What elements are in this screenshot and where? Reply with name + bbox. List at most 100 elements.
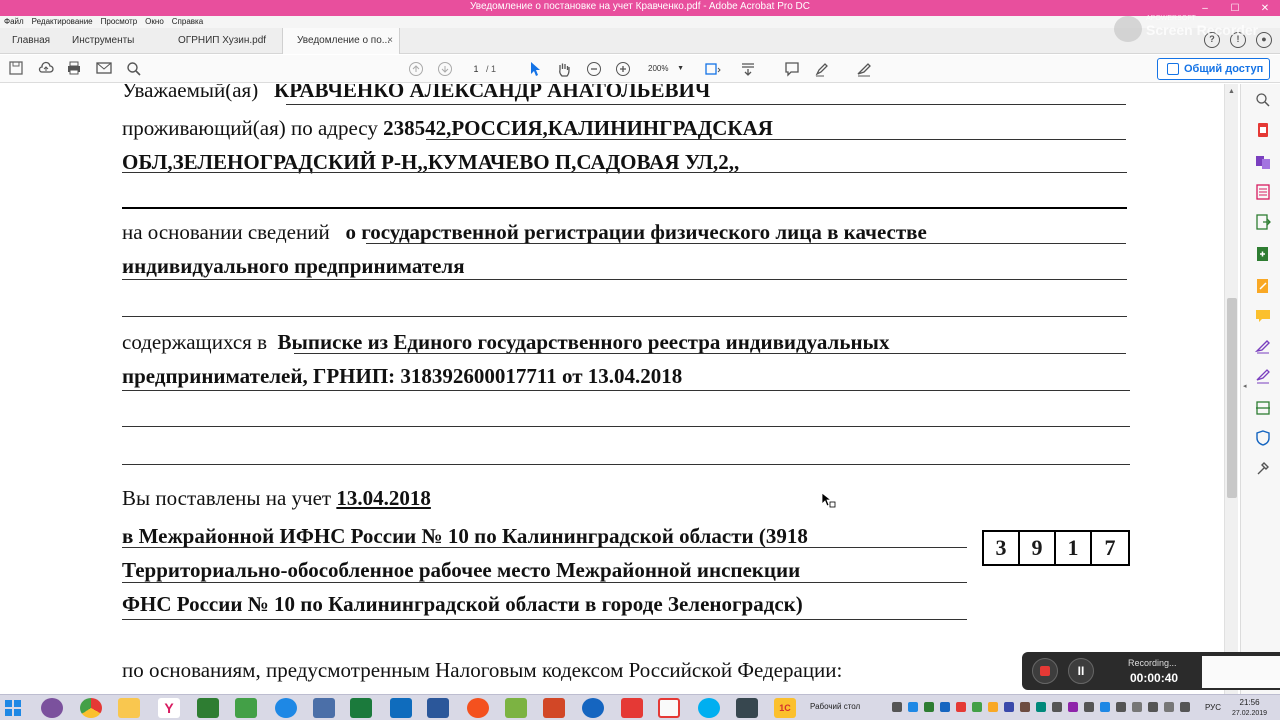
chrome-icon[interactable]	[80, 698, 102, 718]
input-language[interactable]: РУС	[1205, 703, 1221, 712]
tray-icon[interactable]	[892, 702, 902, 712]
spreadsheet-app-icon[interactable]	[197, 698, 219, 718]
search-icon[interactable]	[126, 61, 142, 77]
tray-icon[interactable]	[1020, 702, 1030, 712]
tab-current-document[interactable]: Уведомление о по... ×	[282, 28, 400, 54]
skype-icon[interactable]	[698, 698, 720, 718]
tray-icon[interactable]	[972, 702, 982, 712]
1c-icon[interactable]: 1С	[774, 698, 796, 718]
organize-pages-icon[interactable]	[1255, 184, 1271, 200]
app-icon[interactable]	[235, 698, 257, 718]
tab-close-icon[interactable]: ×	[387, 28, 393, 54]
fit-page-icon[interactable]	[704, 61, 721, 77]
next-page-icon[interactable]	[437, 61, 453, 77]
doc-line-inspection-2: Территориально-обособленное рабочее мест…	[122, 558, 800, 583]
zoom-tool-icon[interactable]	[1255, 92, 1271, 108]
app-icon[interactable]	[621, 698, 643, 718]
screen-recorder-watermark: APOWERSOFT Screen Recorder	[1112, 14, 1280, 44]
powerpoint-icon[interactable]	[543, 698, 565, 718]
vertical-scrollbar[interactable]: ▲	[1224, 84, 1238, 694]
tray-icon[interactable]	[1148, 702, 1158, 712]
create-pdf-icon[interactable]	[1255, 246, 1271, 262]
system-clock[interactable]: 21:56 27.02.2019	[1232, 697, 1267, 719]
menu-help[interactable]: Справка	[172, 16, 203, 28]
zoom-level-select[interactable]: 200% ▼	[642, 62, 688, 76]
zoom-in-icon[interactable]	[615, 61, 631, 77]
scroll-mode-icon[interactable]	[740, 61, 756, 77]
doc-address-label: проживающий(ая) по адресу	[122, 116, 378, 140]
save-icon[interactable]	[8, 61, 24, 77]
email-icon[interactable]	[96, 61, 112, 77]
tab-ogrnip-document[interactable]: ОГРНИП Хузин.pdf	[178, 28, 266, 54]
comment-tool-icon[interactable]	[1255, 308, 1271, 324]
collapse-panel-icon[interactable]: ◂	[1243, 382, 1247, 390]
zoom-out-icon[interactable]	[586, 61, 602, 77]
outlook-icon[interactable]	[390, 698, 412, 718]
send-for-signature-icon[interactable]	[1255, 368, 1271, 384]
tray-icon[interactable]	[1164, 702, 1174, 712]
file-explorer-icon[interactable]	[118, 698, 140, 718]
export-file-icon[interactable]	[1255, 214, 1271, 230]
pause-recording-button[interactable]: II	[1068, 658, 1094, 684]
tray-icon[interactable]	[1180, 702, 1190, 712]
tray-icon[interactable]	[908, 702, 918, 712]
internet-explorer-icon[interactable]	[275, 698, 297, 718]
stop-recording-button[interactable]	[1032, 658, 1058, 684]
app-icon[interactable]	[467, 698, 489, 718]
tab-home[interactable]: Главная	[12, 28, 50, 54]
tray-icon[interactable]	[1084, 702, 1094, 712]
document-view[interactable]: Уважаемый(ая) КРАВЧЕНКО АЛЕКСАНДР АНАТОЛ…	[0, 84, 1240, 694]
print-icon[interactable]	[66, 61, 82, 77]
windows-start-icon[interactable]	[4, 699, 22, 717]
protect-shield-icon[interactable]	[1255, 430, 1271, 446]
inspection-code-boxes: 3 9 1 7	[982, 530, 1130, 566]
previous-page-icon[interactable]	[408, 61, 424, 77]
app-icon[interactable]	[313, 698, 335, 718]
tray-icon[interactable]	[1132, 702, 1142, 712]
tray-icon[interactable]	[940, 702, 950, 712]
combine-files-icon[interactable]	[1255, 154, 1271, 170]
tray-icon[interactable]	[1004, 702, 1014, 712]
watermark-brand: APOWERSOFT	[1146, 15, 1196, 22]
sign-icon[interactable]	[856, 61, 872, 77]
scrollbar-thumb[interactable]	[1227, 298, 1237, 498]
doc-line-registration: Вы поставлены на учет 13.04.2018	[122, 486, 431, 511]
upload-cloud-icon[interactable]	[38, 61, 54, 77]
tray-icon[interactable]	[1052, 702, 1062, 712]
menu-edit[interactable]: Редактирование	[32, 16, 93, 28]
share-button[interactable]: Общий доступ	[1157, 58, 1270, 80]
tab-tools[interactable]: Инструменты	[72, 28, 134, 54]
doc-inspection-value-1: в Межрайонной ИФНС России № 10 по Калини…	[122, 524, 808, 548]
tray-icon[interactable]	[1116, 702, 1126, 712]
app-icon[interactable]	[582, 698, 604, 718]
yandex-browser-icon[interactable]: Y	[158, 698, 180, 718]
tray-icon[interactable]	[924, 702, 934, 712]
excel-icon[interactable]	[350, 698, 372, 718]
scroll-up-icon[interactable]: ▲	[1228, 88, 1235, 95]
app-icon[interactable]	[505, 698, 527, 718]
menu-view[interactable]: Просмотр	[101, 16, 138, 28]
desktop-toolbar-label[interactable]: Рабочий стол	[810, 702, 860, 711]
viber-icon[interactable]	[41, 698, 63, 718]
app-icon[interactable]	[736, 698, 758, 718]
tray-icon[interactable]	[988, 702, 998, 712]
word-icon[interactable]	[427, 698, 449, 718]
doc-grnip-value: предпринимателей, ГРНИП: 318392600017711…	[122, 364, 683, 388]
acrobat-icon[interactable]	[658, 698, 680, 718]
comment-icon[interactable]	[784, 61, 800, 77]
edit-pdf-icon[interactable]	[1255, 278, 1271, 294]
page-number-input[interactable]: 1	[466, 62, 486, 76]
highlight-pen-icon[interactable]	[814, 61, 830, 77]
scan-ocr-icon[interactable]	[1255, 400, 1271, 416]
tray-icon[interactable]	[956, 702, 966, 712]
menu-window[interactable]: Окно	[145, 16, 164, 28]
more-tools-icon[interactable]	[1255, 460, 1271, 476]
select-cursor-icon[interactable]	[527, 61, 543, 77]
tray-icon[interactable]	[1036, 702, 1046, 712]
hand-tool-icon[interactable]	[556, 61, 572, 77]
menu-file[interactable]: Файл	[4, 16, 24, 28]
export-pdf-icon[interactable]	[1255, 122, 1271, 138]
fill-sign-icon[interactable]	[1254, 338, 1271, 354]
tray-icon[interactable]	[1068, 702, 1078, 712]
tray-icon[interactable]	[1100, 702, 1110, 712]
